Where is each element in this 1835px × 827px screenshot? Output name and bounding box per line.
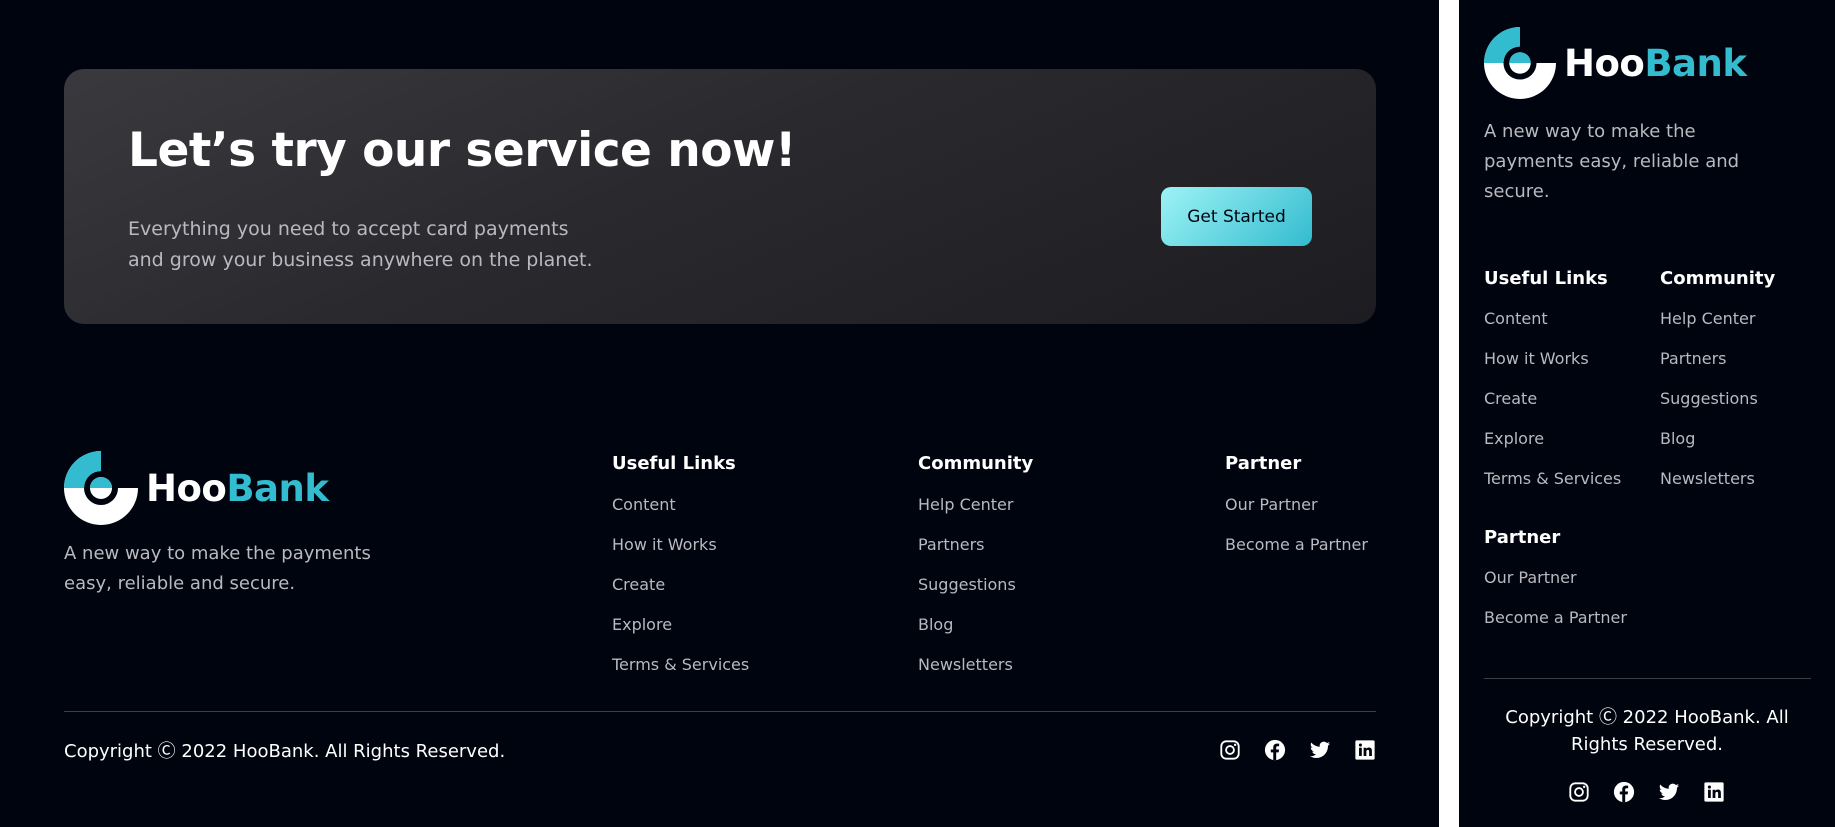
footer-divider	[64, 711, 1376, 712]
footer-link[interactable]: Terms & Services	[1484, 469, 1621, 509]
footer-links-partner: Our Partner Become a Partner	[1225, 495, 1368, 575]
footer-links-community: Help Center Partners Suggestions Blog Ne…	[1660, 309, 1758, 509]
footer-column-title-useful-links: Useful Links	[612, 453, 736, 474]
footer-link[interactable]: Create	[612, 575, 749, 615]
footer-link[interactable]: Content	[1484, 309, 1621, 349]
brand-name: HooBank	[146, 466, 329, 510]
footer-link[interactable]: Newsletters	[918, 655, 1016, 695]
hoobank-logo-icon	[64, 451, 138, 525]
instagram-icon[interactable]	[1219, 739, 1241, 761]
get-started-button[interactable]: Get Started	[1161, 187, 1312, 246]
footer-link[interactable]: Our Partner	[1484, 568, 1627, 608]
footer-link[interactable]: Suggestions	[918, 575, 1016, 615]
mobile-view: HooBank A new way to make the payments e…	[1459, 0, 1835, 827]
brand-name-part1: Hoo	[146, 466, 227, 510]
footer-link[interactable]: How it Works	[1484, 349, 1621, 389]
facebook-icon[interactable]	[1264, 739, 1286, 761]
brand-name-part2: Bank	[226, 466, 329, 510]
cta-banner: Let’s try our service now! Everything yo…	[64, 69, 1376, 324]
footer-link[interactable]: Become a Partner	[1225, 535, 1368, 575]
footer-column-title-community: Community	[1660, 268, 1776, 289]
footer-link[interactable]: Partners	[1660, 349, 1758, 389]
brand-tagline: A new way to make the payments easy, rel…	[1484, 121, 1740, 202]
cta-description: Everything you need to accept card payme…	[128, 218, 593, 271]
footer-column-title-partner: Partner	[1225, 453, 1302, 474]
footer-links-partner: Our Partner Become a Partner	[1484, 568, 1627, 648]
social-links	[1219, 739, 1376, 761]
footer-column-title-useful-links: Useful Links	[1484, 268, 1608, 289]
footer-link[interactable]: How it Works	[612, 535, 749, 575]
footer-links-community: Help Center Partners Suggestions Blog Ne…	[918, 495, 1016, 695]
hoobank-logo[interactable]: HooBank	[64, 451, 329, 525]
footer-link[interactable]: Our Partner	[1225, 495, 1368, 535]
screenshot-stage: Let’s try our service now! Everything yo…	[0, 0, 1835, 827]
hoobank-logo-mobile[interactable]: HooBank	[1484, 27, 1747, 99]
brand-name-part2: Bank	[1644, 41, 1747, 85]
facebook-icon[interactable]	[1613, 781, 1635, 803]
brand-tagline: A new way to make the payments easy, rel…	[64, 543, 371, 594]
copyright-text: Copyright Ⓒ 2022 HooBank. All Rights Res…	[64, 741, 506, 762]
instagram-icon[interactable]	[1568, 781, 1590, 803]
footer-link[interactable]: Explore	[612, 615, 749, 655]
footer-link[interactable]: Help Center	[1660, 309, 1758, 349]
brand-name-part1: Hoo	[1564, 41, 1645, 85]
footer-divider	[1484, 678, 1811, 679]
footer-link[interactable]: Partners	[918, 535, 1016, 575]
footer-link[interactable]: Create	[1484, 389, 1621, 429]
footer-link[interactable]: Content	[612, 495, 749, 535]
hoobank-logo-icon	[1484, 27, 1556, 99]
footer-links-useful-links: Content How it Works Create Explore Term…	[1484, 309, 1621, 509]
footer-column-title-community: Community	[918, 453, 1034, 474]
footer-link[interactable]: Newsletters	[1660, 469, 1758, 509]
social-links	[1568, 781, 1725, 803]
footer-column-title-partner: Partner	[1484, 527, 1561, 548]
footer-link[interactable]: Terms & Services	[612, 655, 749, 695]
desktop-view: Let’s try our service now! Everything yo…	[0, 0, 1439, 827]
linkedin-icon[interactable]	[1354, 739, 1376, 761]
footer-link[interactable]: Help Center	[918, 495, 1016, 535]
footer-link[interactable]: Blog	[1660, 429, 1758, 469]
footer-link[interactable]: Blog	[918, 615, 1016, 655]
footer-links-useful-links: Content How it Works Create Explore Term…	[612, 495, 749, 695]
copyright-text: Copyright Ⓒ 2022 HooBank. All Rights Res…	[1505, 707, 1789, 755]
cta-title: Let’s try our service now!	[128, 123, 796, 178]
footer-link[interactable]: Explore	[1484, 429, 1621, 469]
footer-link[interactable]: Suggestions	[1660, 389, 1758, 429]
twitter-icon[interactable]	[1309, 739, 1331, 761]
linkedin-icon[interactable]	[1703, 781, 1725, 803]
twitter-icon[interactable]	[1658, 781, 1680, 803]
brand-name: HooBank	[1564, 41, 1747, 85]
footer-link[interactable]: Become a Partner	[1484, 608, 1627, 648]
